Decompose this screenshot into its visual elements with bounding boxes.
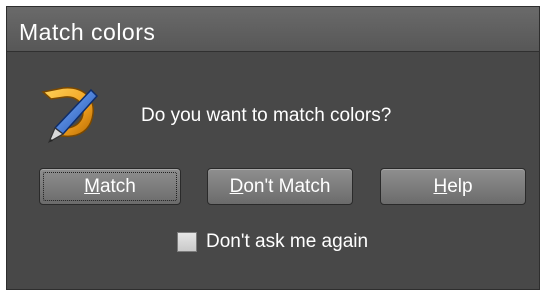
dont-match-button-label: on't Match	[243, 175, 331, 197]
dialog-title: Match colors	[19, 19, 156, 45]
xara-pen-icon	[37, 84, 101, 148]
dont-ask-again-checkbox[interactable]	[177, 232, 197, 252]
help-button-mnemonic: H	[433, 175, 448, 197]
match-button-mnemonic: M	[84, 175, 100, 197]
match-button[interactable]: Match	[39, 168, 181, 205]
title-bar[interactable]: Match colors	[7, 7, 539, 52]
dont-match-button-mnemonic: D	[229, 175, 244, 197]
dialog-message: Do you want to match colors?	[141, 105, 392, 126]
dont-match-button[interactable]: Don't Match	[207, 168, 353, 205]
match-colors-dialog: Match colors Do you want to match colors…	[6, 6, 540, 290]
match-button-label: atch	[99, 175, 136, 197]
help-button[interactable]: Help	[380, 168, 526, 205]
dont-ask-again-label[interactable]: Don't ask me again	[206, 231, 368, 253]
help-button-label: elp	[447, 175, 473, 197]
dont-ask-again-row[interactable]: Don't ask me again	[177, 231, 368, 253]
